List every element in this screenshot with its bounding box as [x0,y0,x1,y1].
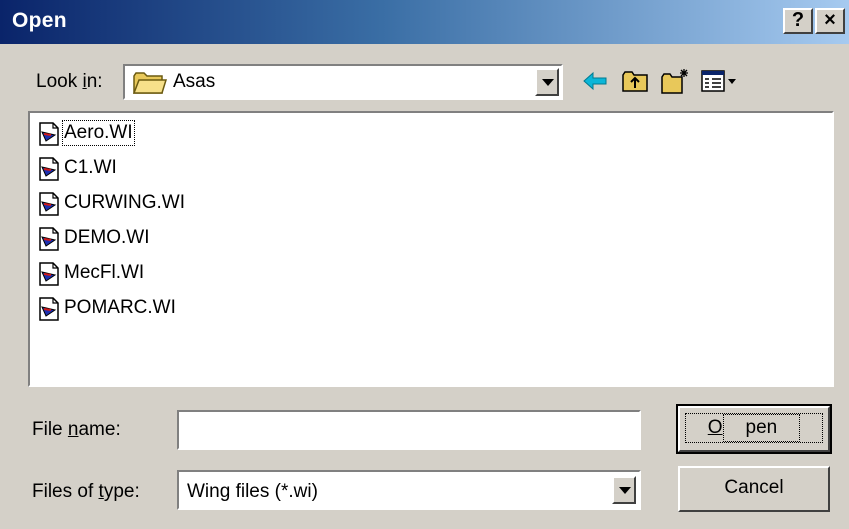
open-button[interactable]: Open [676,404,832,454]
file-name-label-post: ame: [78,419,121,440]
folder-icon [133,72,167,94]
file-name-label-key: n [67,419,79,440]
wing-document-icon [39,192,59,216]
files-of-type-dropdown-button[interactable] [612,476,636,504]
look-in-label: Look in: [36,71,103,93]
file-name-label-pre: File [32,419,68,440]
back-icon[interactable] [580,66,610,96]
files-of-type-label: Files of type: [32,481,140,503]
look-in-value: Asas [173,71,216,92]
window-title: Open [12,9,67,32]
cancel-button[interactable]: Cancel [678,466,830,512]
wing-document-icon [39,227,59,251]
look-in-dropdown-button[interactable] [535,68,559,96]
wing-document-icon [39,297,59,321]
file-name-input[interactable] [177,410,641,450]
file-name: POMARC.WI [64,297,176,318]
file-name: Aero.WI [62,120,135,146]
look-in-label-pre: Look [36,71,83,92]
wing-document-icon [39,122,59,146]
files-of-type-label-post: ype: [103,481,140,502]
up-folder-icon[interactable] [620,66,650,96]
file-list[interactable]: Aero.WI C1.WI CURWING.WI DEMO.WI MecFl.WI POM… [28,111,834,387]
wing-document-icon [39,262,59,286]
file-name: CURWING.WI [64,192,186,213]
file-name-label: File name: [32,419,121,441]
files-of-type-dropdown[interactable]: Wing files (*.wi) [177,470,641,510]
file-name: C1.WI [64,157,117,178]
open-dialog: Open ? × Look in: Asas Aero.WI C1.WI CURWI… [0,0,849,529]
open-button-rest: pen [722,414,801,442]
view-menu-icon[interactable] [700,66,740,96]
files-of-type-value: Wing files (*.wi) [187,481,318,502]
files-of-type-label-pre: Files of [32,481,99,502]
file-name: MecFl.WI [64,262,145,283]
title-bar[interactable]: Open ? × [0,0,849,44]
help-button[interactable]: ? [783,8,813,34]
open-button-key: O [707,417,723,438]
wing-document-icon [39,157,59,181]
look-in-dropdown[interactable]: Asas [123,64,563,100]
file-name: DEMO.WI [64,227,150,248]
close-button[interactable]: × [815,8,845,34]
open-button-label: Open [684,413,824,443]
look-in-label-post: n: [86,71,103,92]
new-folder-icon[interactable] [660,66,690,96]
